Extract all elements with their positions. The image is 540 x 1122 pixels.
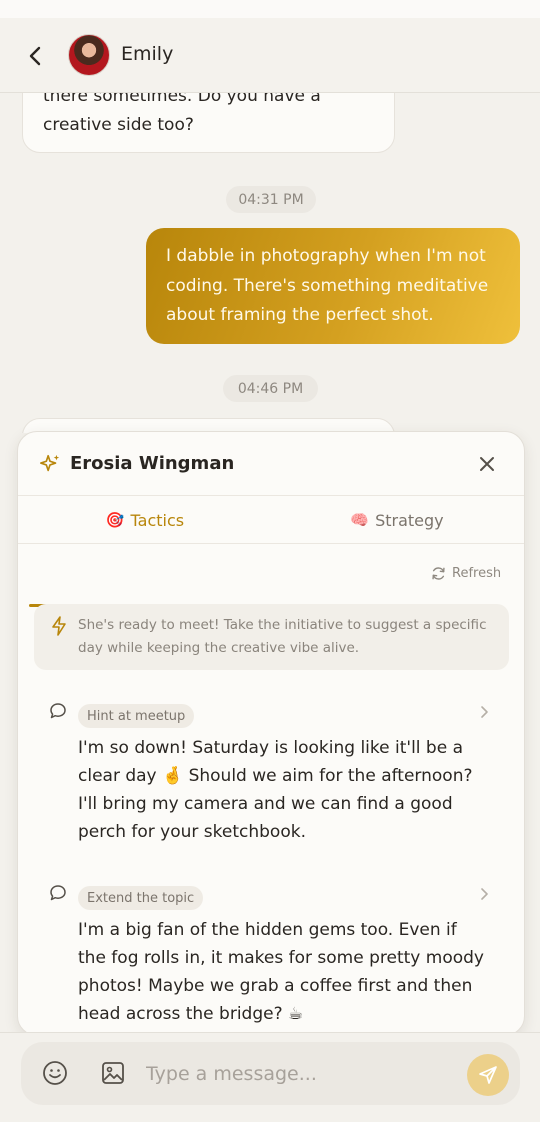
send-button[interactable] [467, 1054, 509, 1096]
chevron-right-icon[interactable] [479, 705, 489, 719]
chevron-right-icon[interactable] [479, 887, 489, 901]
chat-bubble-icon [50, 885, 66, 901]
tab-strategy[interactable]: 🧠 Strategy [277, 496, 517, 544]
tab-label: Strategy [375, 510, 444, 530]
image-icon[interactable] [100, 1060, 126, 1086]
status-bar [0, 0, 540, 18]
sparkle-icon [40, 454, 60, 472]
message-input[interactable] [146, 1060, 446, 1088]
brain-icon: 🧠 [350, 511, 370, 529]
lightning-icon [52, 616, 66, 636]
chat-header: Emily [0, 18, 540, 93]
timestamp: 04:46 PM [223, 375, 318, 402]
message-composer [21, 1042, 520, 1105]
panel-header: Erosia Wingman [18, 432, 524, 496]
timestamp: 04:31 PM [226, 186, 316, 213]
suggestion-text: I'm so down! Saturday is looking like it… [78, 738, 473, 842]
refresh-icon [432, 567, 445, 580]
back-button[interactable] [22, 42, 50, 70]
message-list[interactable]: there sometimes. Do you have a creative … [0, 93, 540, 433]
suggestion-text: I'm a big fan of the hidden gems too. Ev… [78, 920, 484, 1024]
contact-name[interactable]: Emily [121, 43, 173, 65]
insight-card: She's ready to meet! Take the initiative… [34, 604, 509, 670]
tab-tactics[interactable]: 🎯 Tactics [29, 496, 261, 544]
suggestion-item[interactable]: Hint at meetup I'm so down! Saturday is … [18, 694, 524, 854]
tab-bar: 🎯 Tactics 🧠 Strategy [18, 496, 524, 607]
emoji-icon[interactable] [42, 1060, 68, 1086]
panel-title: Erosia Wingman [70, 453, 235, 474]
insight-text: She's ready to meet! Take the initiative… [78, 617, 487, 656]
suggestion-tag: Extend the topic [78, 886, 204, 910]
tab-label: Tactics [130, 510, 185, 530]
wingman-panel: Erosia Wingman 🎯 Tactics 🧠 Strategy Refr… [17, 431, 525, 1036]
chat-bubble-icon [50, 703, 66, 719]
suggestion-item[interactable]: Extend the topic I'm a big fan of the hi… [18, 876, 524, 1035]
target-icon: 🎯 [105, 511, 125, 529]
chevron-left-icon [29, 46, 41, 66]
refresh-label: Refresh [452, 566, 502, 581]
incoming-message: there sometimes. Do you have a creative … [22, 93, 395, 153]
outgoing-message: I dabble in photography when I'm not cod… [146, 228, 520, 344]
send-icon [479, 1066, 497, 1084]
refresh-button[interactable]: Refresh [431, 566, 501, 581]
close-icon[interactable] [476, 453, 498, 475]
avatar[interactable] [68, 34, 110, 76]
suggestion-tag: Hint at meetup [78, 704, 195, 728]
